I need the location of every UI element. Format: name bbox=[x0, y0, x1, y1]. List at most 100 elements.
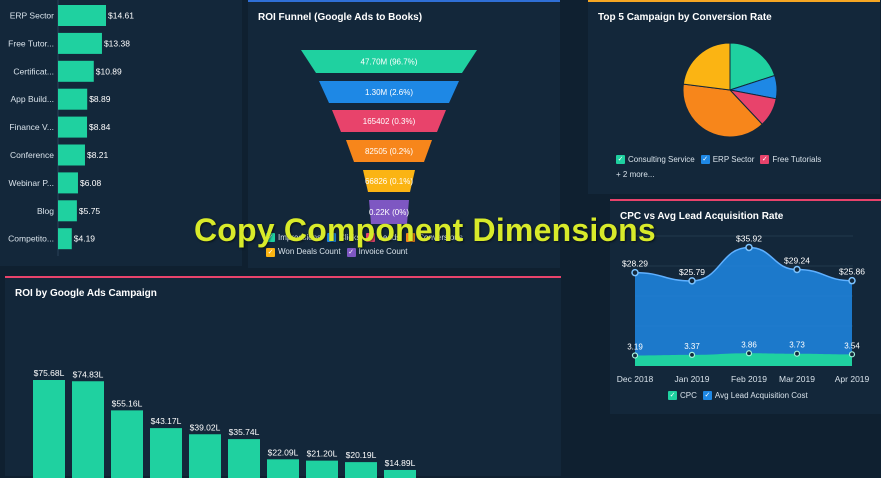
bar bbox=[58, 32, 102, 54]
category-label: Competito... bbox=[8, 234, 54, 244]
data-label: $35.92 bbox=[736, 233, 762, 243]
bar bbox=[228, 439, 260, 478]
data-point bbox=[631, 268, 639, 277]
category-label: Webinar P... bbox=[8, 178, 54, 188]
data-label: $29.24 bbox=[784, 256, 810, 266]
data-label: $28.29 bbox=[622, 259, 648, 269]
value-label: $14.89L bbox=[385, 458, 416, 468]
area-legend-label: Avg Lead Acquisition Cost bbox=[714, 391, 808, 400]
value-label: $39.02L bbox=[190, 422, 221, 432]
stage-label: 47.70M (96.7%) bbox=[361, 58, 418, 67]
data-point bbox=[631, 352, 639, 359]
category-label: Free Tutor... bbox=[8, 38, 54, 48]
checkbox-icon[interactable]: ✓ bbox=[760, 155, 770, 164]
value-label: $8.21 bbox=[87, 150, 109, 160]
bar bbox=[58, 60, 94, 82]
stage-label: 82505 (0.2%) bbox=[365, 147, 413, 156]
value-label: $74.83L bbox=[73, 369, 104, 379]
checkbox-icon[interactable]: ✓ bbox=[702, 391, 712, 400]
bar bbox=[58, 116, 88, 138]
value-label: $13.38 bbox=[104, 38, 130, 48]
pie-chart bbox=[682, 42, 778, 138]
value-label: $55.16L bbox=[112, 398, 143, 408]
area-legend-item[interactable]: ✓ Avg Lead Acquisition Cost bbox=[702, 391, 808, 400]
value-label: $8.84 bbox=[89, 122, 111, 132]
x-tick-label: Apr 2019 bbox=[835, 374, 870, 384]
x-tick-label: Dec 2018 bbox=[617, 374, 654, 384]
x-tick-label: Jan 2019 bbox=[675, 374, 710, 384]
data-label: $25.79 bbox=[679, 267, 705, 277]
bar bbox=[384, 469, 416, 478]
data-point bbox=[793, 265, 801, 274]
data-label: $25.86 bbox=[839, 267, 865, 277]
bar bbox=[150, 428, 182, 478]
data-label: 3.54 bbox=[844, 341, 860, 350]
data-point bbox=[848, 276, 856, 285]
category-label: ERP Sector bbox=[10, 11, 54, 21]
value-label: $8.89 bbox=[89, 94, 111, 104]
value-label: $6.08 bbox=[80, 178, 102, 188]
bar bbox=[58, 172, 78, 194]
bar bbox=[189, 434, 221, 478]
overlay-caption: Copy Component Dimensions bbox=[194, 212, 656, 248]
bar bbox=[306, 460, 338, 478]
bar bbox=[33, 380, 65, 478]
data-point bbox=[688, 277, 696, 285]
data-label: 3.73 bbox=[789, 341, 805, 350]
pie-legend-label: Consulting Service bbox=[628, 155, 695, 164]
data-point bbox=[688, 351, 696, 358]
pie-legend: ✓ Consulting Service ✓ ERP Sector ✓ Free Tuto… bbox=[616, 154, 827, 164]
area-legend: ✓ CPC ✓ Avg Lead Acquisition Cost bbox=[668, 390, 814, 400]
data-label: 3.37 bbox=[684, 342, 700, 351]
stage-label: 165402 (0.3%) bbox=[363, 117, 416, 126]
category-label: Blog bbox=[37, 206, 54, 216]
pie-legend-item[interactable]: ✓ Free Tutorials bbox=[760, 155, 821, 164]
area-legend-label: CPC bbox=[680, 391, 697, 400]
checkbox-icon[interactable]: ✓ bbox=[700, 155, 710, 164]
category-label: App Build... bbox=[11, 94, 54, 104]
data-point bbox=[745, 243, 753, 252]
vertical-bar-chart: $75.68L $74.83L $55.16L $43.17L $39.02L $35.7… bbox=[33, 368, 416, 478]
bar bbox=[58, 228, 72, 250]
data-point bbox=[793, 350, 801, 357]
data-label: 3.19 bbox=[627, 342, 643, 351]
value-label: $35.74L bbox=[229, 427, 260, 437]
value-label: $20.19L bbox=[346, 450, 377, 460]
data-point bbox=[745, 350, 753, 357]
stage-label: 1.30M (2.6%) bbox=[365, 88, 413, 97]
value-label: $14.61 bbox=[108, 11, 134, 21]
top5-campaign-panel: Top 5 Campaign by Conversion Rate ✓ Consu… bbox=[588, 0, 880, 194]
value-label: $75.68L bbox=[34, 368, 65, 378]
stage-label: 66826 (0.1%) bbox=[365, 177, 413, 186]
pie-legend-label: Free Tutorials bbox=[772, 155, 822, 164]
bar bbox=[111, 410, 143, 478]
data-point bbox=[848, 351, 856, 358]
value-label: $22.09L bbox=[268, 447, 299, 457]
value-label: $21.20L bbox=[307, 449, 338, 459]
bar bbox=[267, 459, 299, 478]
category-label: Conference bbox=[10, 150, 54, 160]
roi-by-campaign-panel: ROI by Google Ads Campaign $75.68L $74.83… bbox=[5, 276, 561, 478]
pie-legend-item[interactable]: ✓ ERP Sector bbox=[700, 155, 755, 164]
pie-legend-item[interactable]: ✓ Consulting Service bbox=[616, 155, 695, 164]
x-tick-label: Feb 2019 bbox=[731, 374, 767, 384]
checkbox-icon[interactable]: ✓ bbox=[668, 391, 677, 400]
bar bbox=[58, 5, 106, 26]
area-series-cpc bbox=[635, 353, 852, 366]
area-legend-item[interactable]: ✓ CPC bbox=[668, 391, 697, 400]
category-label: Certificat... bbox=[13, 66, 54, 76]
checkbox-icon[interactable]: ✓ bbox=[616, 155, 625, 164]
value-label: $43.17L bbox=[151, 416, 182, 426]
data-label: 3.86 bbox=[741, 340, 757, 349]
bar bbox=[58, 88, 88, 110]
bar bbox=[58, 200, 77, 222]
pie-legend-label: ERP Sector bbox=[712, 155, 755, 164]
value-label: $10.89 bbox=[96, 66, 122, 76]
pie-legend-more[interactable]: + 2 more... bbox=[616, 170, 654, 179]
category-label: Finance V... bbox=[9, 122, 54, 132]
value-label: $4.19 bbox=[74, 234, 96, 244]
bar bbox=[58, 144, 85, 166]
x-tick-label: Mar 2019 bbox=[779, 374, 815, 384]
value-label: $5.75 bbox=[79, 206, 101, 216]
bar bbox=[72, 381, 104, 478]
